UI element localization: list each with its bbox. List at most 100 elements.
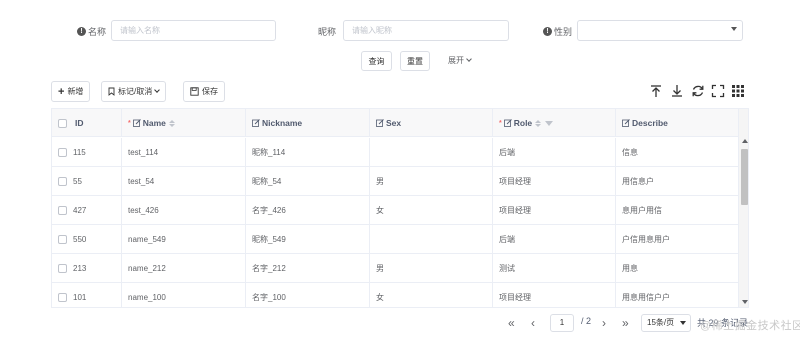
cell-id[interactable]: 55 — [52, 167, 122, 196]
chevron-down-icon — [466, 56, 472, 62]
edit-icon — [622, 119, 630, 127]
cell-id[interactable]: 427 — [52, 196, 122, 225]
edit-icon — [376, 119, 384, 127]
export-top-icon[interactable] — [649, 84, 663, 98]
row-checkbox[interactable] — [58, 235, 67, 244]
header-nickname: Nickname — [246, 109, 370, 137]
table-row[interactable]: 427 test_426 名字_426 女项目经理 息用户用信 — [52, 196, 738, 225]
row-checkbox[interactable] — [58, 148, 67, 157]
page-size-select[interactable]: 15条/页 — [641, 314, 691, 332]
cell-sex[interactable] — [370, 225, 493, 254]
prev-page-icon[interactable]: ‹ — [531, 316, 535, 330]
cell-describe[interactable]: 用息用信户户 — [616, 283, 738, 307]
cell-describe[interactable]: 户信用息用户 — [616, 225, 738, 254]
cell-role[interactable]: 测试 — [493, 254, 616, 283]
scroll-down-icon[interactable] — [742, 300, 748, 304]
table-row[interactable]: 550 name_549 昵称_549 后端 户信用息用户 — [52, 225, 738, 254]
cell-nickname[interactable]: 名字_426 — [246, 196, 370, 225]
cell-name[interactable]: test_54 — [122, 167, 246, 196]
header-id: ID — [52, 109, 122, 137]
cell-role[interactable]: 后端 — [493, 225, 616, 254]
header-role[interactable]: * Role — [493, 109, 616, 137]
last-page-icon[interactable]: » — [622, 316, 629, 330]
cell-id[interactable]: 213 — [52, 254, 122, 283]
table-row[interactable]: 101 name_100 名字_100 女项目经理 用息用信户户 — [52, 283, 738, 307]
cell-role[interactable]: 项目经理 — [493, 167, 616, 196]
table-row[interactable]: 55 test_54 昵称_54 男项目经理 用信息户 — [52, 167, 738, 196]
fullscreen-icon[interactable] — [711, 84, 725, 98]
cell-id[interactable]: 101 — [52, 283, 122, 307]
cell-nickname[interactable]: 昵称_549 — [246, 225, 370, 254]
row-checkbox[interactable] — [58, 264, 67, 273]
cell-name[interactable]: test_426 — [122, 196, 246, 225]
edit-icon — [132, 119, 141, 127]
column-settings-icon[interactable] — [731, 84, 745, 98]
header-name[interactable]: * Name — [122, 109, 246, 137]
cell-sex[interactable]: 男 — [370, 254, 493, 283]
cell-name[interactable]: name_100 — [122, 283, 246, 307]
refresh-icon[interactable] — [691, 84, 705, 98]
info-icon: ! — [543, 27, 552, 36]
reset-button[interactable]: 重置 — [400, 51, 430, 71]
cell-id[interactable]: 550 — [52, 225, 122, 254]
expand-toggle[interactable]: 展开 — [448, 55, 472, 66]
cell-describe[interactable]: 息用户用信 — [616, 196, 738, 225]
table-header: ID * Name Nickname Sex * Role Describe — [52, 109, 738, 137]
select-all-checkbox[interactable] — [58, 118, 67, 128]
name-input[interactable]: 请输入名称 — [111, 20, 276, 41]
sort-icon[interactable] — [535, 119, 542, 127]
cell-describe[interactable]: 信息 — [616, 138, 738, 167]
sort-icon[interactable] — [168, 119, 175, 127]
plus-icon: + — [58, 85, 65, 98]
gender-select[interactable] — [577, 20, 743, 41]
required-marker: * — [499, 119, 502, 127]
cell-nickname[interactable]: 名字_100 — [246, 283, 370, 307]
cell-sex[interactable]: 男 — [370, 167, 493, 196]
mark-toggle-button[interactable]: 标记/取消 — [101, 81, 167, 102]
watermark: @稀土掘金技术社区 — [700, 320, 800, 332]
first-page-icon[interactable]: « — [508, 316, 515, 330]
cell-role[interactable]: 项目经理 — [493, 283, 616, 307]
data-table: ID * Name Nickname Sex * Role Describe 1… — [51, 108, 749, 308]
table-scrollbar[interactable] — [738, 109, 748, 307]
edit-icon — [252, 119, 260, 127]
table-row[interactable]: 115 test_114 昵称_114 后端 信息 — [52, 138, 738, 167]
nickname-input[interactable]: 请输入昵称 — [343, 20, 509, 41]
row-checkbox[interactable] — [58, 206, 67, 215]
cell-id[interactable]: 115 — [52, 138, 122, 167]
header-describe: Describe — [616, 109, 738, 137]
query-button[interactable]: 查询 — [361, 51, 392, 71]
page-input[interactable]: 1 — [550, 314, 574, 332]
cell-nickname[interactable]: 名字_212 — [246, 254, 370, 283]
cell-role[interactable]: 后端 — [493, 138, 616, 167]
cell-name[interactable]: name_549 — [122, 225, 246, 254]
cell-nickname[interactable]: 昵称_54 — [246, 167, 370, 196]
cell-describe[interactable]: 用息 — [616, 254, 738, 283]
table-row[interactable]: 213 name_212 名字_212 男测试 用息 — [52, 254, 738, 283]
cell-sex[interactable]: 女 — [370, 283, 493, 307]
download-icon[interactable] — [670, 84, 684, 98]
name-label: ! 名称 — [77, 25, 106, 38]
cell-sex[interactable] — [370, 138, 493, 167]
nickname-label: 昵称 — [318, 27, 337, 37]
cell-nickname[interactable]: 昵称_114 — [246, 138, 370, 167]
bookmark-icon — [108, 87, 115, 96]
cell-name[interactable]: test_114 — [122, 138, 246, 167]
cell-name[interactable]: name_212 — [122, 254, 246, 283]
total-pages: / 2 — [581, 316, 592, 326]
edit-icon — [503, 119, 512, 127]
required-marker: * — [128, 119, 131, 127]
cell-describe[interactable]: 用信息户 — [616, 167, 738, 196]
row-checkbox[interactable] — [58, 177, 67, 186]
info-icon: ! — [77, 27, 86, 36]
cell-role[interactable]: 项目经理 — [493, 196, 616, 225]
cell-sex[interactable]: 女 — [370, 196, 493, 225]
filter-icon[interactable] — [545, 120, 554, 126]
scroll-thumb[interactable] — [741, 149, 748, 205]
scroll-up-icon[interactable] — [742, 139, 748, 143]
row-checkbox[interactable] — [58, 293, 67, 302]
save-icon — [190, 87, 199, 96]
next-page-icon[interactable]: › — [602, 316, 606, 330]
add-button[interactable]: + 新增 — [51, 81, 91, 102]
save-button[interactable]: 保存 — [183, 81, 225, 102]
